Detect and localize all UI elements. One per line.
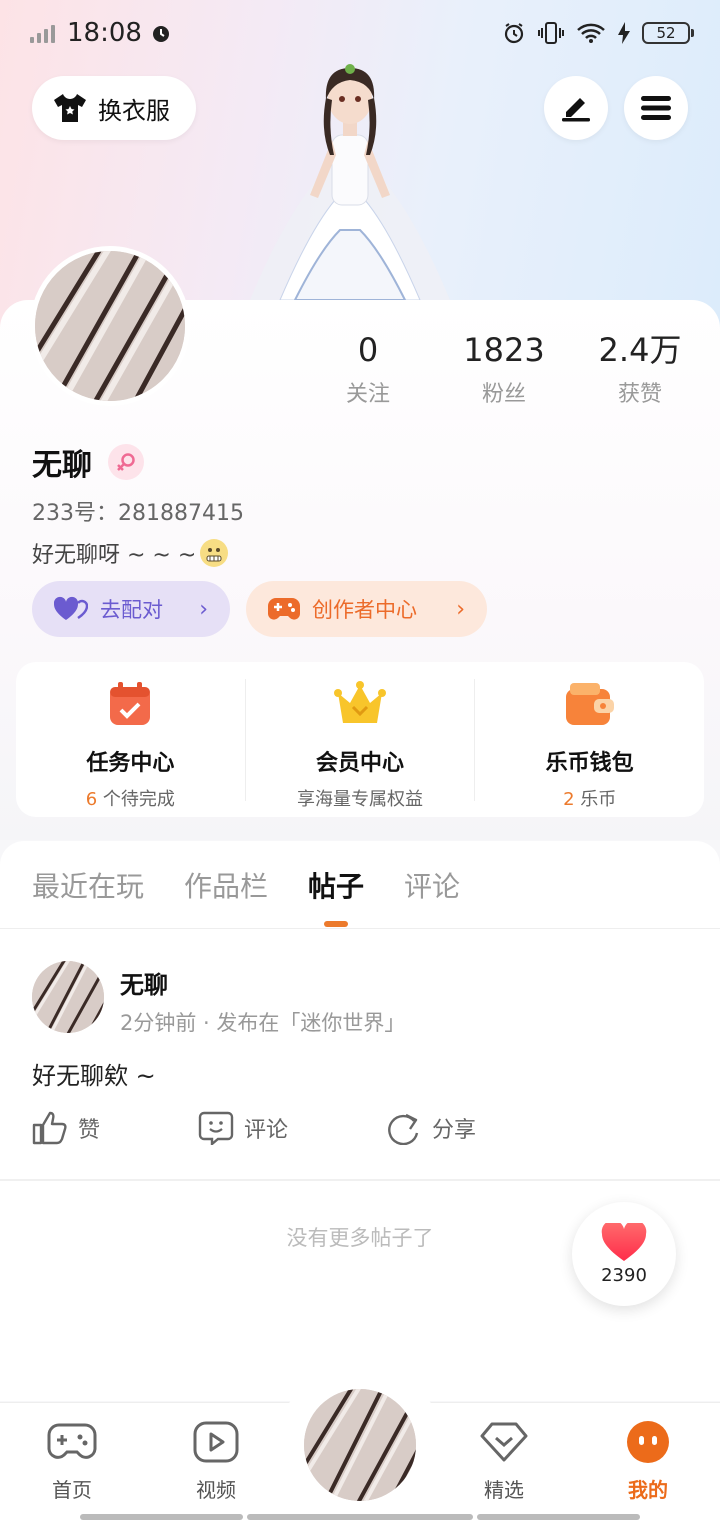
profile-stats: 0 关注 1823 粉丝 2.4万 获赞 <box>300 330 720 408</box>
wallet[interactable]: 乐币钱包 2 乐币 <box>474 678 704 810</box>
wifi-icon <box>577 23 605 43</box>
status-bar: 18:08 52 <box>0 0 720 66</box>
charging-icon <box>618 22 630 44</box>
nav-video[interactable]: 视频 <box>156 1421 276 1503</box>
profile-avatar[interactable] <box>30 246 190 406</box>
service-subtitle: 享海量专属权益 <box>297 788 423 810</box>
vibrate-icon <box>538 22 564 44</box>
alarm-icon <box>152 26 169 42</box>
change-outfit-button[interactable]: 换衣服 <box>32 76 196 140</box>
diamond-heart-icon <box>480 1422 528 1462</box>
bio-row: 好无聊呀 ~ ~ ~ <box>32 537 229 569</box>
change-outfit-label: 换衣服 <box>98 96 170 125</box>
hearts-icon <box>54 596 88 620</box>
username: 无聊 <box>32 448 92 483</box>
grimace-emoji-icon <box>200 539 229 567</box>
battery-icon: 52 <box>642 22 694 44</box>
service-title: 会员中心 <box>316 750 405 776</box>
match-button[interactable]: 去配对 › <box>32 581 230 637</box>
service-subtitle: 2 乐币 <box>563 788 617 810</box>
menu-button[interactable] <box>624 76 688 140</box>
vip-center[interactable]: 会员中心 享海量专属权益 <box>244 678 475 810</box>
tab-posts[interactable]: 帖子 <box>308 865 364 905</box>
gesture-bar <box>247 1514 473 1520</box>
gesture-bar <box>477 1514 640 1520</box>
bottom-navigation: 首页 视频 精选 我的 <box>0 1367 720 1520</box>
gesture-bar <box>80 1514 243 1520</box>
stat-label: 关注 <box>345 382 390 407</box>
service-title: 乐币钱包 <box>545 750 634 776</box>
stat-fans[interactable]: 1823 粉丝 <box>436 330 572 408</box>
creator-center-button[interactable]: 创作者中心 › <box>246 581 487 637</box>
gamepad-icon <box>47 1423 97 1459</box>
calendar-check-icon <box>110 681 151 725</box>
edit-pen-icon <box>562 98 590 122</box>
tshirt-icon <box>54 94 86 122</box>
gamepad-icon <box>268 598 300 620</box>
character-avatar-image[interactable] <box>240 60 460 305</box>
user-id: 233号：281887415 <box>32 501 244 526</box>
service-title: 任务中心 <box>86 750 175 776</box>
profile-tabs: 最近在玩 作品栏 帖子 评论 <box>0 841 720 929</box>
stat-value: 1823 <box>463 331 545 369</box>
nav-mine-label: 我的 <box>628 1478 668 1502</box>
stat-label: 粉丝 <box>481 382 526 407</box>
nav-home-label: 首页 <box>52 1478 92 1502</box>
profile-face-icon <box>627 1421 669 1463</box>
content-panel: 最近在玩 作品栏 帖子 评论 <box>0 841 720 1401</box>
edit-button[interactable] <box>544 76 608 140</box>
tab-recently-played[interactable]: 最近在玩 <box>32 865 144 905</box>
stat-label: 获赞 <box>617 382 662 407</box>
bio-text: 好无聊呀 ~ ~ ~ <box>32 543 197 568</box>
alarm-clock-icon <box>504 23 524 44</box>
nav-video-label: 视频 <box>196 1478 236 1502</box>
chevron-right-icon: › <box>456 596 465 622</box>
service-subtitle: 6 个待完成 <box>85 788 175 810</box>
stat-value: 2.4万 <box>598 331 682 369</box>
floating-like-count: 2390 <box>601 1264 647 1286</box>
stat-value: 0 <box>357 331 379 369</box>
nav-home[interactable]: 首页 <box>12 1421 132 1503</box>
tab-comments[interactable]: 评论 <box>404 865 460 905</box>
chevron-right-icon: › <box>199 596 208 622</box>
nav-featured-label: 精选 <box>484 1478 524 1502</box>
username-row: 无聊 <box>32 440 144 484</box>
video-play-icon <box>193 1421 239 1463</box>
status-time: 18:08 <box>67 18 142 48</box>
nav-center-avatar[interactable] <box>304 1389 416 1501</box>
nav-mine[interactable]: 我的 <box>588 1421 708 1503</box>
female-icon <box>108 444 144 480</box>
floating-like-button[interactable]: 2390 <box>572 1202 676 1306</box>
menu-icon <box>641 96 671 120</box>
tab-works[interactable]: 作品栏 <box>184 865 268 905</box>
wallet-icon <box>565 682 614 725</box>
avatar-stripes-image <box>35 251 185 401</box>
match-label: 去配对 <box>100 598 163 622</box>
task-center[interactable]: 任务中心 6 个待完成 <box>16 679 245 810</box>
stat-likes[interactable]: 2.4万 获赞 <box>572 330 708 408</box>
signal-icon <box>30 23 55 43</box>
nav-featured[interactable]: 精选 <box>444 1421 564 1503</box>
creator-center-label: 创作者中心 <box>312 598 417 622</box>
services-panel: 任务中心 6 个待完成 会员中心 享海量专属权益 乐币钱包 2 乐币 <box>16 662 704 817</box>
stat-following[interactable]: 0 关注 <box>300 330 436 408</box>
heart-icon <box>601 1222 647 1261</box>
crown-icon <box>334 680 386 723</box>
